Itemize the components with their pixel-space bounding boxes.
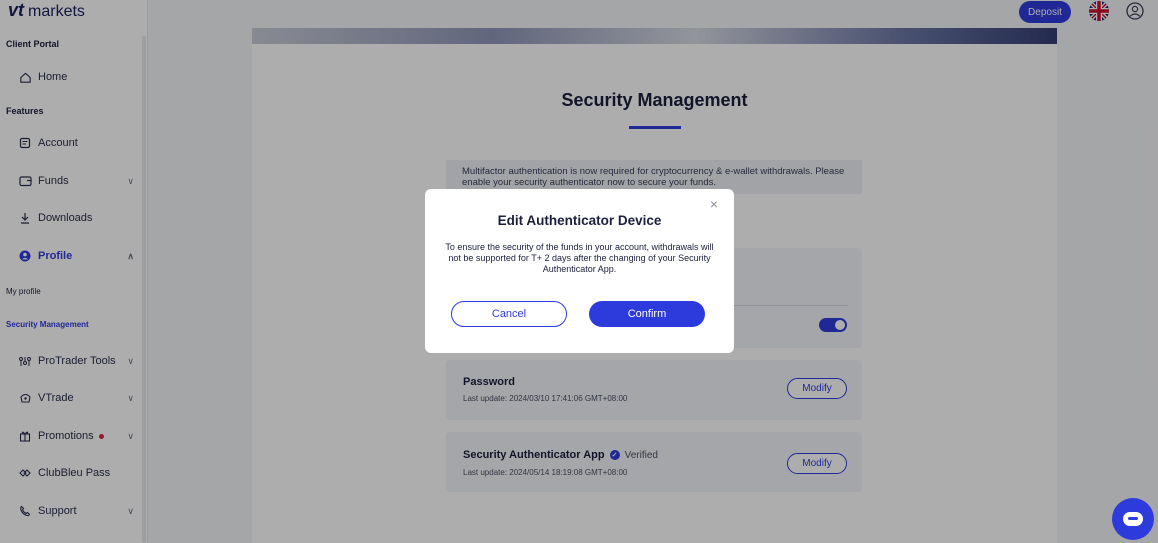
edit-authenticator-modal: × Edit Authenticator Device To ensure th… (425, 189, 734, 353)
cancel-button[interactable]: Cancel (451, 301, 567, 327)
chat-bubble-icon (1123, 512, 1143, 526)
modal-title: Edit Authenticator Device (497, 213, 662, 228)
modal-body-text: To ensure the security of the funds in y… (445, 242, 714, 274)
close-icon[interactable]: × (707, 197, 721, 211)
chat-support-button[interactable] (1112, 498, 1154, 540)
confirm-button[interactable]: Confirm (589, 301, 705, 327)
